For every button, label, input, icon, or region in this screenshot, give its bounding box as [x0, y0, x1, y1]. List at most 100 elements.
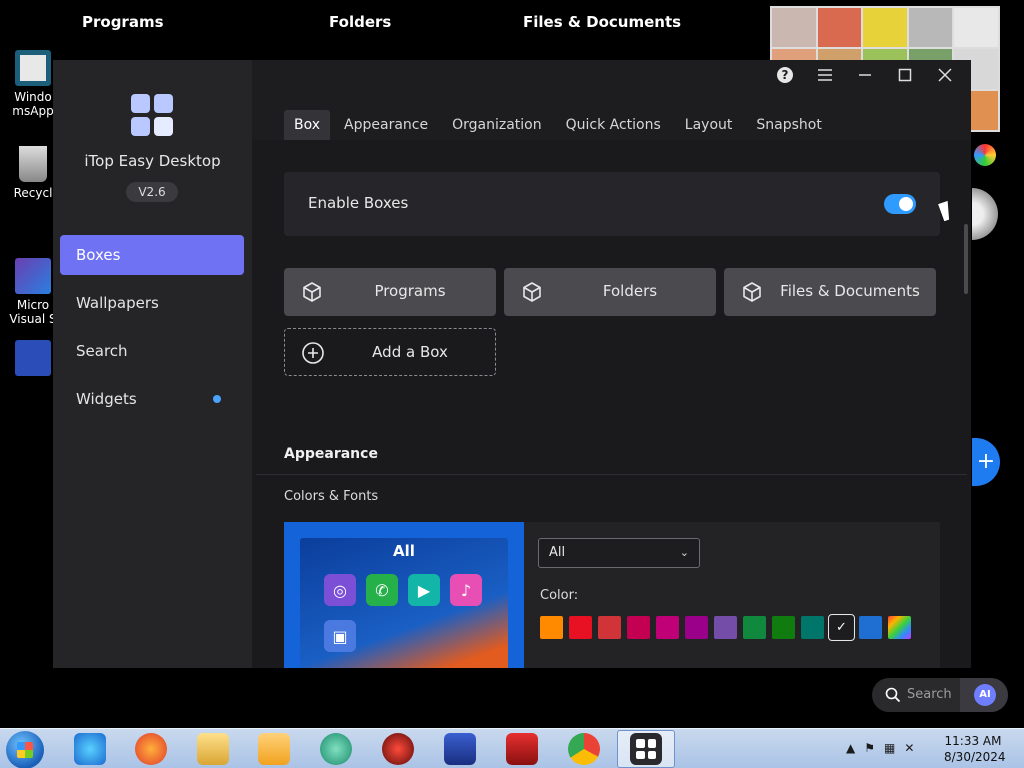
color-swatch[interactable] — [859, 616, 882, 639]
box-select-value: All — [549, 545, 566, 560]
cube-icon — [523, 282, 541, 302]
sidebar-item-label: Search — [76, 342, 128, 360]
minimize-button[interactable] — [849, 64, 881, 86]
desktop-icon-visual-studio[interactable]: Micro Visual S — [8, 258, 58, 326]
sidebar-nav: Boxes Wallpapers Search Widgets — [60, 235, 244, 427]
desktop-label-folders: Folders — [329, 13, 392, 31]
tab-quick-actions[interactable]: Quick Actions — [556, 110, 671, 140]
screen-recorder-icon[interactable] — [506, 733, 538, 765]
desktop-icon-recycle-bin[interactable]: Recycl — [8, 146, 58, 200]
maximize-icon — [898, 68, 912, 82]
sidebar-item-label: Widgets — [76, 390, 137, 408]
box-preview: All ◎ ✆ ▶ ♪ ▣ — [284, 522, 524, 668]
desktop-icon-windows-apps[interactable]: Windo msApp — [8, 50, 58, 118]
color-swatches: ✓ — [540, 614, 911, 641]
media-player-icon[interactable] — [258, 733, 290, 765]
box-select-dropdown[interactable]: All ⌄ — [538, 538, 700, 568]
box-label: Folders — [602, 282, 658, 300]
menu-button[interactable] — [809, 64, 841, 86]
network-icon[interactable]: ▦ — [884, 741, 895, 755]
help-icon: ? — [777, 67, 793, 83]
color-swatch[interactable] — [888, 616, 911, 639]
visual-studio-icon — [15, 258, 51, 294]
enable-boxes-label: Enable Boxes — [308, 194, 409, 212]
chrome-icon[interactable] — [568, 733, 600, 765]
box-files-documents-button[interactable]: Files & Documents — [724, 268, 936, 316]
maximize-button[interactable] — [889, 64, 921, 86]
menu-icon — [818, 69, 832, 81]
colors-fonts-subtitle: Colors & Fonts — [284, 489, 379, 504]
tab-organization[interactable]: Organization — [442, 110, 552, 140]
add-box-button[interactable]: Add a Box — [284, 328, 496, 376]
color-swatch[interactable] — [627, 616, 650, 639]
close-button[interactable] — [929, 64, 961, 86]
tab-layout[interactable]: Layout — [675, 110, 743, 140]
color-swatch[interactable] — [569, 616, 592, 639]
color-label: Color: — [540, 588, 579, 603]
help-button[interactable]: ? — [769, 64, 801, 86]
appearance-section-title: Appearance — [284, 446, 378, 462]
preview-title: All — [393, 542, 415, 560]
flag-icon[interactable]: ⚑ — [864, 741, 875, 755]
itop-easy-desktop-icon[interactable] — [630, 733, 662, 765]
desktop-label-files: Files & Documents — [523, 13, 682, 31]
internet-explorer-icon[interactable] — [74, 733, 106, 765]
box-label: Files & Documents — [780, 282, 920, 300]
volume-muted-icon[interactable]: ✕ — [904, 741, 914, 755]
tab-snapshot[interactable]: Snapshot — [746, 110, 831, 140]
search-pill[interactable]: Search AI — [872, 678, 1008, 712]
system-tray: ▲ ⚑ ▦ ✕ — [846, 741, 914, 755]
color-swatch[interactable] — [540, 616, 563, 639]
color-swatch[interactable] — [772, 616, 795, 639]
sidebar-item-label: Wallpapers — [76, 294, 159, 312]
appearance-settings-pane: All ⌄ Color: ✓ — [524, 522, 940, 668]
antivirus-icon[interactable] — [382, 733, 414, 765]
clock-date: 8/30/2024 — [944, 750, 1006, 764]
edge-icon[interactable] — [320, 733, 352, 765]
clock-gadget-icon — [972, 188, 998, 240]
new-indicator-dot — [213, 395, 221, 403]
sidebar-item-boxes[interactable]: Boxes — [60, 235, 244, 275]
box-label: Programs — [374, 282, 446, 300]
color-swatch[interactable] — [743, 616, 766, 639]
taskbar-clock[interactable]: 11:33 AM 8/30/2024 — [944, 733, 1006, 765]
ai-button[interactable]: AI — [960, 678, 1008, 712]
clock-time: 11:33 AM — [944, 734, 1002, 748]
color-swatch[interactable] — [656, 616, 679, 639]
app-icon[interactable] — [444, 733, 476, 765]
image-icon: ▣ — [324, 620, 356, 652]
ai-label: AI — [974, 684, 996, 706]
app-window-icon — [15, 50, 51, 86]
search-placeholder: Search — [907, 687, 952, 702]
color-swatch[interactable] — [801, 616, 824, 639]
chrome-icon: ◎ — [324, 574, 356, 606]
cube-icon — [743, 282, 761, 302]
sidebar-item-label: Boxes — [76, 246, 121, 264]
box-programs-button[interactable]: Programs — [284, 268, 496, 316]
add-fab-button[interactable]: + — [972, 438, 1000, 486]
tab-bar: Box Appearance Organization Quick Action… — [284, 110, 836, 140]
firefox-icon[interactable] — [135, 733, 167, 765]
box-folders-button[interactable]: Folders — [504, 268, 716, 316]
tab-appearance[interactable]: Appearance — [334, 110, 438, 140]
color-swatch[interactable] — [714, 616, 737, 639]
color-swatch[interactable] — [598, 616, 621, 639]
plus-circle-icon — [302, 342, 324, 364]
desktop-icon-app[interactable] — [8, 340, 58, 380]
sidebar-item-wallpapers[interactable]: Wallpapers — [60, 283, 244, 323]
section-divider — [256, 474, 967, 475]
tab-box[interactable]: Box — [284, 110, 331, 140]
tray-expand-icon[interactable]: ▲ — [846, 741, 855, 755]
enable-boxes-toggle[interactable] — [884, 194, 916, 214]
start-button[interactable] — [6, 731, 44, 768]
whatsapp-icon: ✆ — [366, 574, 398, 606]
sidebar-item-search[interactable]: Search — [60, 331, 244, 371]
color-swatch[interactable] — [685, 616, 708, 639]
close-icon — [938, 68, 952, 82]
sidebar: iTop Easy Desktop V2.6 Boxes Wallpapers … — [53, 60, 252, 668]
color-swatch[interactable]: ✓ — [828, 614, 855, 641]
recycle-bin-icon — [19, 146, 47, 182]
file-explorer-icon[interactable] — [197, 733, 229, 765]
sidebar-item-widgets[interactable]: Widgets — [60, 379, 244, 419]
content-scrollbar[interactable] — [964, 224, 968, 294]
